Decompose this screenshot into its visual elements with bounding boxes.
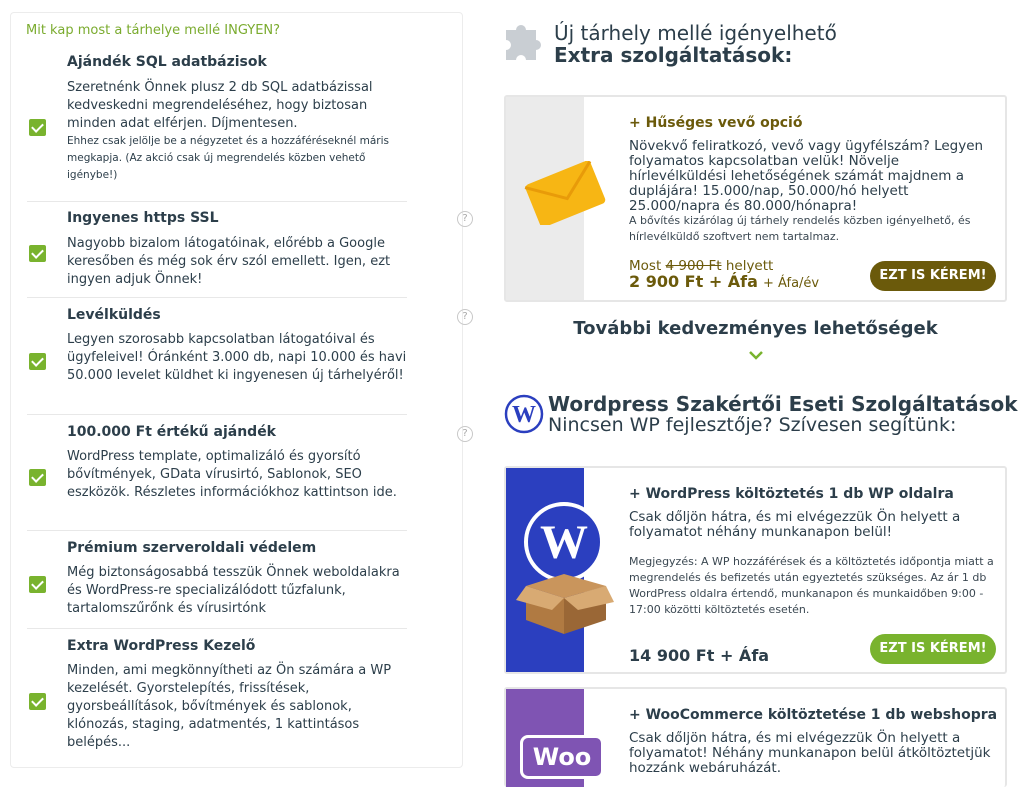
feature-checkbox[interactable] xyxy=(29,693,46,710)
wordpress-icon: W xyxy=(504,394,544,434)
feature-checkbox[interactable] xyxy=(29,576,46,593)
wp-move-order-button[interactable]: EZT IS KÉREM! xyxy=(870,634,996,664)
feature-desc-text: Szeretnénk Önnek plusz 2 db SQL adatbázi… xyxy=(67,80,373,131)
loyalty-body: Növekvő feliratkozó, vevő vagy ügyfélszá… xyxy=(629,138,984,214)
free-features-heading: Mit kap most a tárhelye mellé INGYEN? xyxy=(26,23,281,38)
wp-move-body: Csak dőljön hátra, és mi elvégezzük Ön h… xyxy=(629,509,961,540)
svg-text:W: W xyxy=(540,516,588,569)
loyalty-price-line: 2 900 Ft + Áfa + Áfa/év xyxy=(629,272,819,291)
more-options-label[interactable]: További kedvezményes lehetőségek xyxy=(504,318,1007,339)
woo-logo: Woo xyxy=(520,735,604,779)
wp-move-price: 14 900 Ft + Áfa xyxy=(629,646,770,665)
woo-body: Csak dőljön hátra, és mi elvégezzük Ön h… xyxy=(629,730,991,776)
help-icon[interactable]: ? xyxy=(457,309,473,325)
free-features-panel: Mit kap most a tárhelye mellé INGYEN? Aj… xyxy=(10,12,473,768)
feature-title: Prémium szerveroldali védelem xyxy=(67,540,317,556)
loyalty-small-note: A bővítés kizárólag új tárhely rendelés … xyxy=(629,214,971,243)
feature-desc: Nagyobb bizalom látogatóinak, előrébb a … xyxy=(67,236,391,287)
feature-gift: 100.000 Ft értékű ajándék ? WordPress te… xyxy=(27,414,473,531)
svg-text:W: W xyxy=(512,402,536,428)
feature-desc: Minden, ami megkönnyítheti az Ön számára… xyxy=(67,663,392,750)
woo-title: + WooCommerce költöztetése 1 db webshopr… xyxy=(629,707,998,723)
feature-security: Prémium szerveroldali védelem Még bizton… xyxy=(27,530,407,629)
loyalty-price: 2 900 Ft + Áfa xyxy=(629,272,758,291)
woo-logo-text: Woo xyxy=(532,743,592,771)
help-icon[interactable]: ? xyxy=(457,426,473,442)
wp-section-subtitle: Nincsen WP fejlesztője? Szívesen segítün… xyxy=(548,414,957,436)
wordpress-box-icon: W xyxy=(516,502,614,634)
wp-move-small-note: Megjegyzés: A WP hozzáférések és a költö… xyxy=(629,555,994,616)
feature-title: 100.000 Ft értékű ajándék xyxy=(67,424,276,440)
wp-move-card: W + WordPress költöztetés 1 db WP oldalr… xyxy=(504,466,1007,674)
extras-title-line1: Új tárhely mellé igényelhető xyxy=(554,21,837,45)
feature-checkbox[interactable] xyxy=(29,119,46,136)
feature-desc: WordPress template, optimalizáló és gyor… xyxy=(67,449,397,500)
wp-section-title: Wordpress Szakértői Eseti Szolgáltatások xyxy=(548,392,1018,416)
wp-move-title: + WordPress költöztetés 1 db WP oldalra xyxy=(629,486,954,502)
feature-sql: Ajándék SQL adatbázisok Szeretnénk Önnek… xyxy=(27,49,407,202)
loyalty-card: + Hűséges vevő opció Növekvő feliratkozó… xyxy=(504,95,1007,302)
loyalty-period: + Áfa/év xyxy=(763,276,820,291)
feature-title: Ajándék SQL adatbázisok xyxy=(67,54,267,70)
envelope-icon xyxy=(524,161,606,225)
feature-ssl: Ingyenes https SSL ? Nagyobb bizalom lát… xyxy=(27,201,473,298)
feature-checkbox[interactable] xyxy=(29,245,46,262)
feature-desc: Még biztonságosabbá tesszük Önnek webold… xyxy=(67,565,400,616)
feature-title: Extra WordPress Kezelő xyxy=(67,638,256,654)
loyalty-order-button[interactable]: EZT IS KÉREM! xyxy=(870,261,996,291)
loyalty-title: + Hűséges vevő opció xyxy=(629,115,803,131)
feature-note: Ehhez csak jelölje be a négyzetet és a h… xyxy=(67,135,389,181)
woo-card: Woo + WooCommerce költöztetése 1 db webs… xyxy=(504,687,1007,787)
feature-wp-manager: Extra WordPress Kezelő Minden, ami megkö… xyxy=(27,628,407,768)
feature-title: Ingyenes https SSL xyxy=(67,210,219,226)
feature-desc: Szeretnénk Önnek plusz 2 db SQL adatbázi… xyxy=(67,79,407,184)
chevron-down-icon[interactable] xyxy=(748,350,764,360)
feature-desc: Legyen szorosabb kapcsolatban látogatóiv… xyxy=(67,332,407,383)
puzzle-icon xyxy=(506,25,542,60)
feature-mail: Levélküldés ? Legyen szorosabb kapcsolat… xyxy=(27,297,473,415)
help-icon[interactable]: ? xyxy=(457,211,473,227)
feature-checkbox[interactable] xyxy=(29,353,46,370)
feature-checkbox[interactable] xyxy=(29,469,46,486)
feature-title: Levélküldés xyxy=(67,307,161,323)
extras-title-line2: Extra szolgáltatások: xyxy=(554,43,793,67)
